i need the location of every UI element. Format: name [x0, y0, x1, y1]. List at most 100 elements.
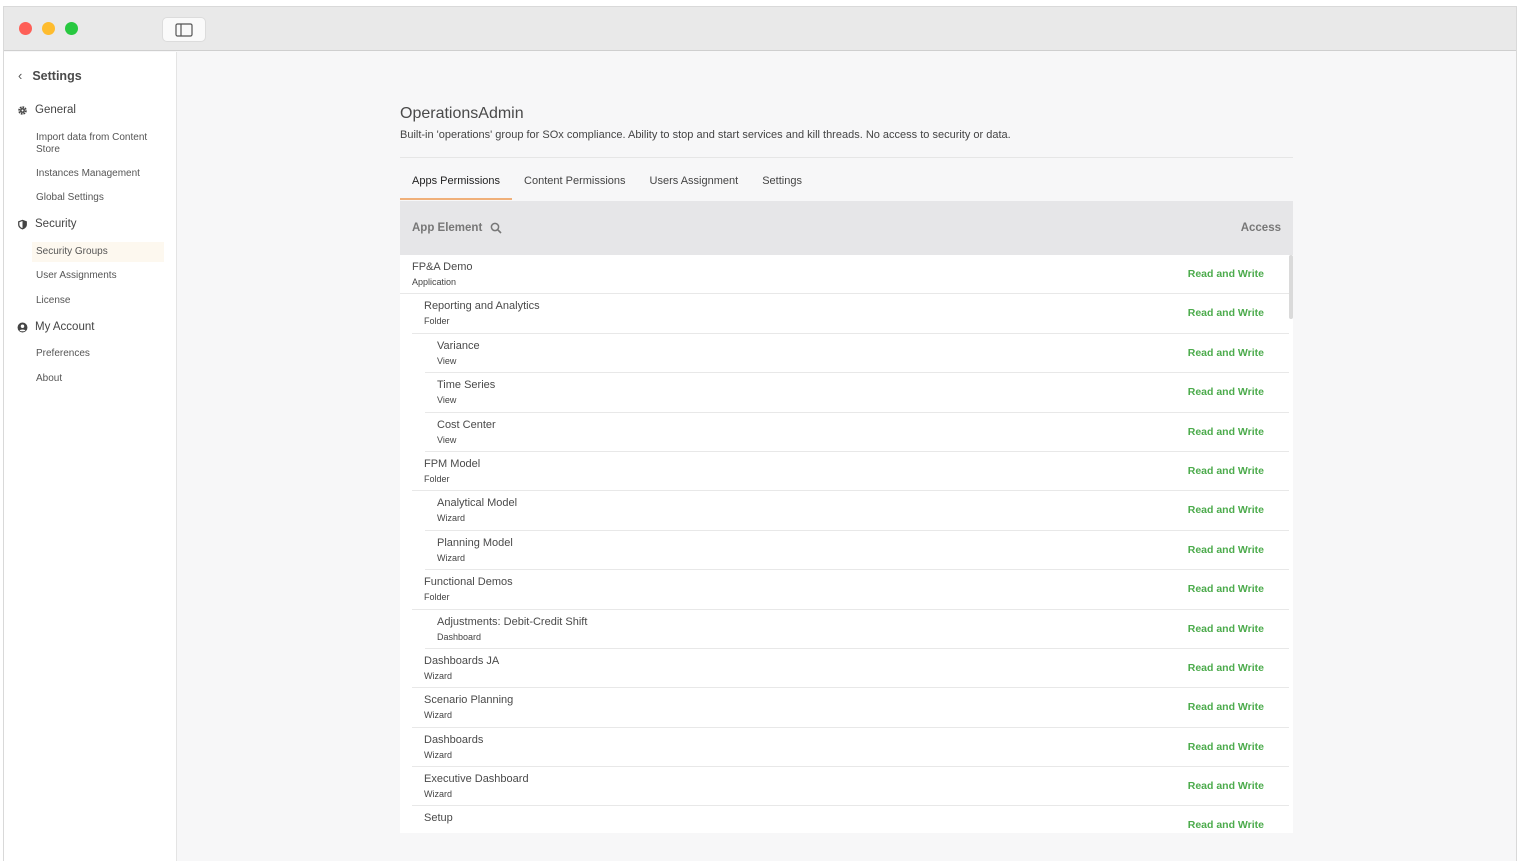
shield-icon — [18, 219, 27, 229]
access-level-link[interactable]: Read and Write — [1188, 426, 1264, 438]
sidebar-item-import-data[interactable]: Import data from Content Store — [36, 132, 164, 156]
app-element-type: View — [437, 395, 457, 406]
close-window-button[interactable] — [19, 22, 32, 35]
user-circle-icon — [17, 322, 28, 332]
page-title: OperationsAdmin — [400, 105, 524, 122]
sidebar-section-general[interactable]: General — [17, 104, 76, 116]
access-level-link[interactable]: Read and Write — [1188, 307, 1264, 319]
app-element-type: Folder — [424, 592, 450, 603]
app-element-type: Wizard — [424, 789, 453, 800]
table-row[interactable]: Setup Read and Write — [412, 806, 1289, 833]
app-element-type: Dashboard — [437, 631, 482, 642]
sidebar-section-label: General — [35, 104, 76, 116]
app-element-type: Wizard — [437, 513, 466, 524]
app-element-type: Wizard — [424, 710, 453, 721]
app-element-name: Analytical Model — [437, 497, 518, 510]
app-element-type: Wizard — [424, 749, 453, 760]
app-element-name: FPM Model — [424, 457, 481, 470]
access-level-link[interactable]: Read and Write — [1188, 701, 1264, 713]
app-element-name: Executive Dashboard — [424, 773, 529, 786]
sidebar-item-license[interactable]: License — [36, 295, 164, 307]
table-row[interactable]: Time Series View Read and Write — [425, 373, 1289, 413]
table-row[interactable]: Dashboards JA Wizard Read and Write — [412, 648, 1289, 689]
tab-content-permissions[interactable]: Content Permissions — [512, 164, 638, 200]
app-element-type: Folder — [424, 473, 450, 484]
table-row[interactable]: Variance View Read and Write — [425, 333, 1289, 374]
tab-users-assignment[interactable]: Users Assignment — [638, 164, 751, 200]
table-header: App Element Access — [400, 201, 1293, 255]
security-group-detail: OperationsAdmin Built-in 'operations' gr… — [400, 105, 1296, 833]
table-row[interactable]: Cost Center View Read and Write — [425, 412, 1289, 452]
tab-apps-permissions[interactable]: Apps Permissions — [400, 164, 513, 200]
table-row[interactable]: Dashboards Wizard Read and Write — [412, 727, 1289, 768]
minimize-window-button[interactable] — [42, 22, 55, 35]
column-header-app-element[interactable]: App Element — [412, 222, 482, 234]
table-row[interactable]: Reporting and Analytics Folder Read and Wr… — [412, 294, 1289, 334]
app-element-name: Adjustments: Debit-Credit Shift — [437, 615, 588, 628]
title-bar — [4, 7, 1516, 51]
app-element-name: Setup — [424, 812, 453, 825]
access-level-link[interactable]: Read and Write — [1188, 268, 1264, 280]
sidebar-item-preferences[interactable]: Preferences — [36, 348, 164, 360]
access-level-link[interactable]: Read and Write — [1188, 465, 1264, 477]
access-level-link[interactable]: Read and Write — [1188, 741, 1264, 753]
table-row[interactable]: Analytical Model Wizard Read and Write — [425, 491, 1289, 531]
access-level-link[interactable]: Read and Write — [1188, 583, 1264, 595]
tab-bar: Apps Permissions Content Permissions Use… — [400, 164, 814, 200]
column-header-access: Access — [1240, 222, 1281, 234]
gear-icon — [18, 105, 27, 115]
scrollbar-thumb[interactable] — [1289, 255, 1293, 319]
app-element-type: Application — [412, 277, 457, 287]
access-level-link[interactable]: Read and Write — [1188, 386, 1264, 398]
table-scrollbar[interactable] — [1289, 255, 1293, 833]
sidebar-section-security[interactable]: Security — [17, 218, 77, 230]
app-element-name: Dashboards JA — [424, 654, 500, 667]
sidebar-toggle-button[interactable] — [162, 17, 206, 42]
back-to-settings[interactable]: ‹ Settings — [18, 68, 82, 83]
divider — [400, 157, 1293, 158]
sidebar-section-label: My Account — [35, 321, 95, 333]
access-level-link[interactable]: Read and Write — [1188, 819, 1264, 831]
sidebar-section-label: Security — [35, 218, 77, 230]
table-row[interactable]: FPM Model Folder Read and Write — [412, 451, 1289, 492]
app-element-type: View — [437, 434, 457, 445]
chevron-left-icon: ‹ — [18, 68, 23, 83]
table-row[interactable]: Scenario Planning Wizard Read and Write — [412, 688, 1289, 728]
access-level-link[interactable]: Read and Write — [1188, 780, 1264, 792]
app-element-name: Variance — [437, 339, 480, 352]
app-element-name: Reporting and Analytics — [424, 300, 540, 313]
search-icon[interactable] — [490, 222, 502, 234]
sidebar-item-instances-management[interactable]: Instances Management — [36, 168, 164, 180]
group-description: Built-in 'operations' group for SOx comp… — [400, 129, 1011, 141]
access-level-link[interactable]: Read and Write — [1188, 504, 1264, 516]
tab-settings[interactable]: Settings — [750, 164, 814, 200]
app-element-type: Wizard — [424, 670, 453, 681]
access-level-link[interactable]: Read and Write — [1188, 662, 1264, 674]
table-body: FP&A Demo Application Read and Write Report… — [400, 255, 1289, 833]
app-element-name: Planning Model — [437, 536, 513, 549]
app-element-name: FP&A Demo — [412, 261, 473, 273]
table-row[interactable]: Functional Demos Folder Read and Write — [412, 570, 1289, 610]
sidebar-panel-icon — [175, 22, 193, 37]
table-row[interactable]: FP&A Demo Application Read and Write — [400, 255, 1289, 295]
settings-sidebar: ‹ Settings General Import data from Cont… — [4, 52, 177, 861]
table-row[interactable]: Planning Model Wizard Read and Write — [425, 530, 1289, 571]
sidebar-item-about[interactable]: About — [36, 373, 164, 385]
app-element-type: Wizard — [437, 552, 466, 563]
sidebar-title: Settings — [32, 68, 82, 83]
sidebar-section-my-account[interactable]: My Account — [17, 321, 94, 333]
sidebar-item-user-assignments[interactable]: User Assignments — [36, 270, 164, 282]
app-element-name: Cost Center — [437, 418, 496, 431]
access-level-link[interactable]: Read and Write — [1188, 623, 1264, 635]
sidebar-item-security-groups[interactable]: Security Groups — [32, 242, 164, 262]
app-element-name: Time Series — [437, 379, 496, 392]
app-element-name: Functional Demos — [424, 576, 513, 589]
app-window: ‹ Settings General Import data from Cont… — [3, 6, 1517, 861]
access-level-link[interactable]: Read and Write — [1188, 544, 1264, 556]
sidebar-item-global-settings[interactable]: Global Settings — [36, 192, 164, 204]
app-element-type: Folder — [424, 316, 450, 327]
table-row[interactable]: Executive Dashboard Wizard Read and Write — [412, 767, 1289, 807]
access-level-link[interactable]: Read and Write — [1188, 347, 1264, 359]
maximize-window-button[interactable] — [65, 22, 78, 35]
table-row[interactable]: Adjustments: Debit-Credit Shift Dashboard… — [425, 609, 1289, 649]
